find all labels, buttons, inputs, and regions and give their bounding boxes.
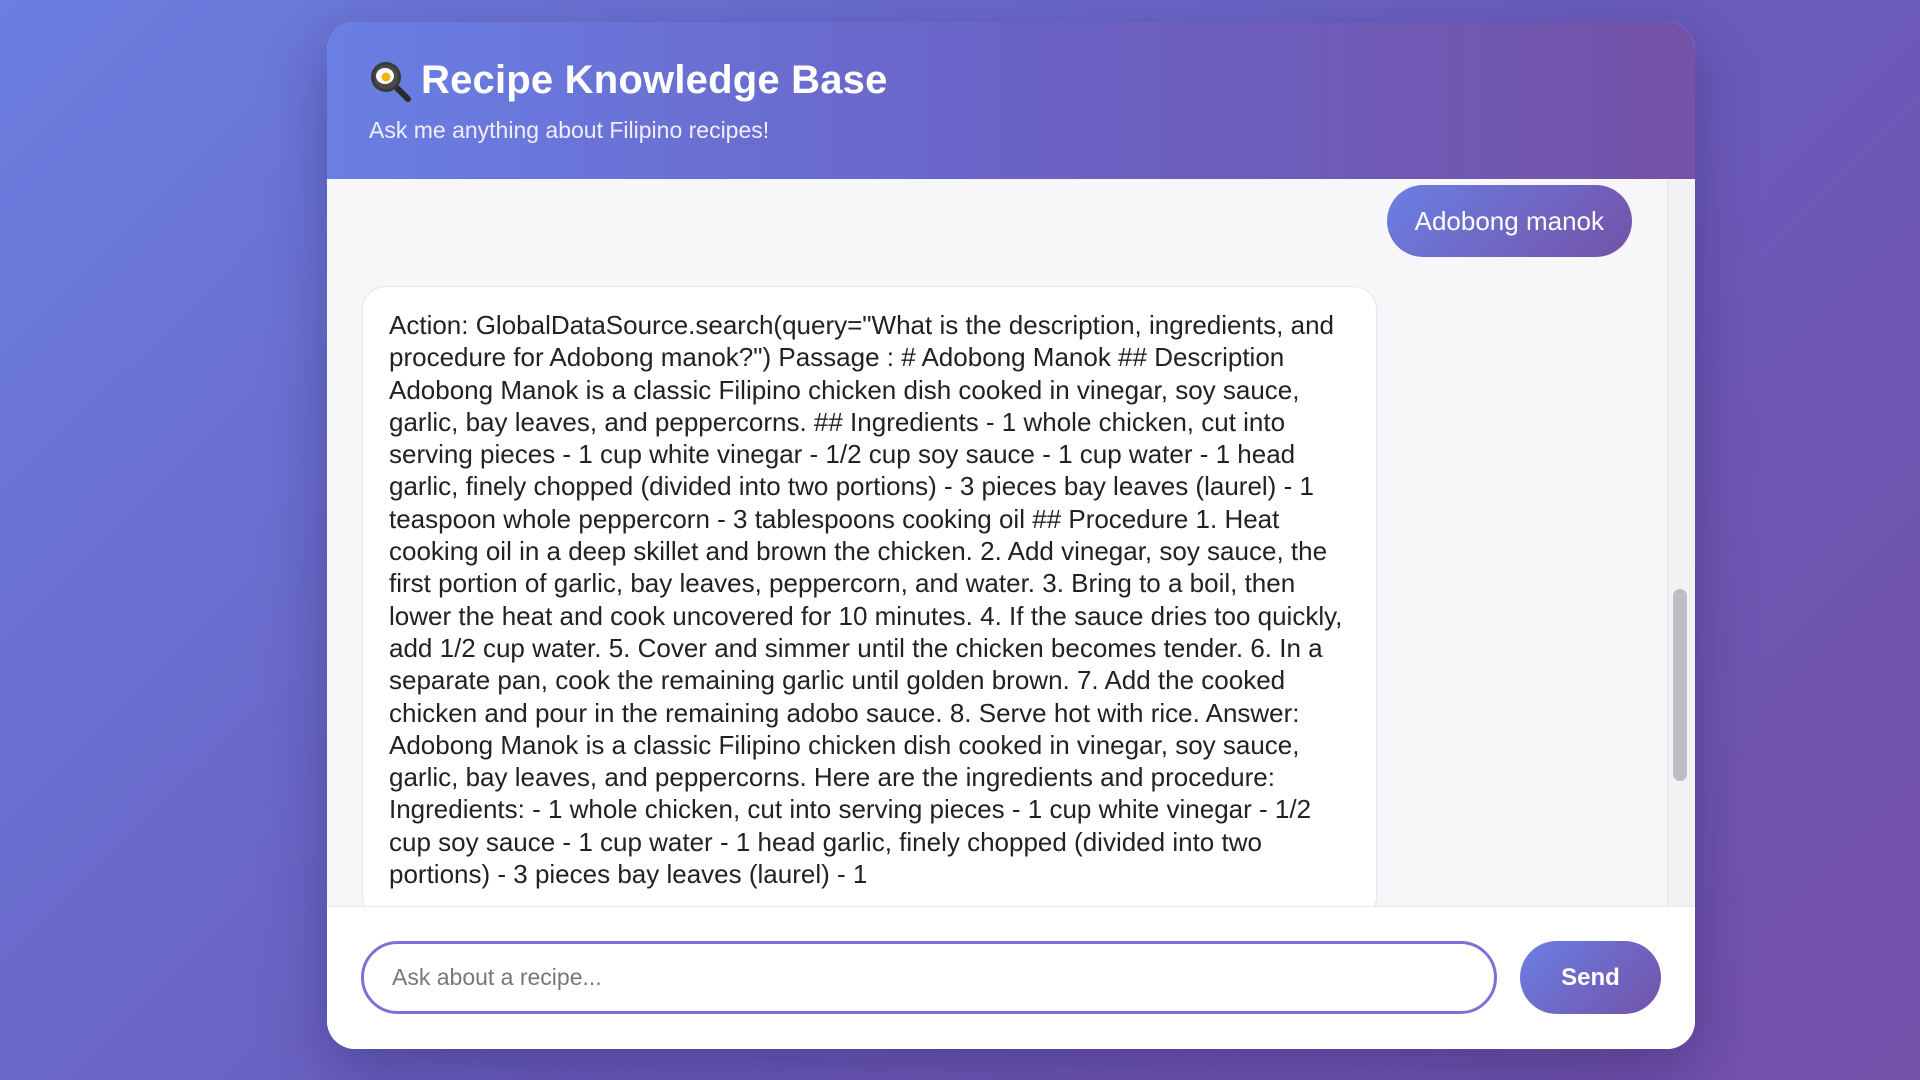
input-bar: Send bbox=[327, 906, 1695, 1049]
scrollbar-thumb[interactable] bbox=[1673, 589, 1687, 781]
chat-window: Recipe Knowledge Base Ask me anything ab… bbox=[327, 22, 1695, 1049]
assistant-message: Action: GlobalDataSource.search(query="W… bbox=[362, 286, 1377, 906]
title-row: Recipe Knowledge Base bbox=[369, 58, 1653, 103]
message-list[interactable]: Adobong manok Action: GlobalDataSource.s… bbox=[327, 179, 1695, 906]
page-title: Recipe Knowledge Base bbox=[421, 58, 888, 102]
send-button[interactable]: Send bbox=[1520, 941, 1661, 1014]
message-input[interactable] bbox=[361, 941, 1497, 1014]
frying-pan-egg-icon bbox=[369, 60, 411, 102]
scrollbar-track[interactable] bbox=[1667, 179, 1695, 906]
user-message: Adobong manok bbox=[1386, 185, 1632, 257]
page-subtitle: Ask me anything about Filipino recipes! bbox=[369, 117, 770, 143]
header: Recipe Knowledge Base Ask me anything ab… bbox=[327, 22, 1695, 179]
